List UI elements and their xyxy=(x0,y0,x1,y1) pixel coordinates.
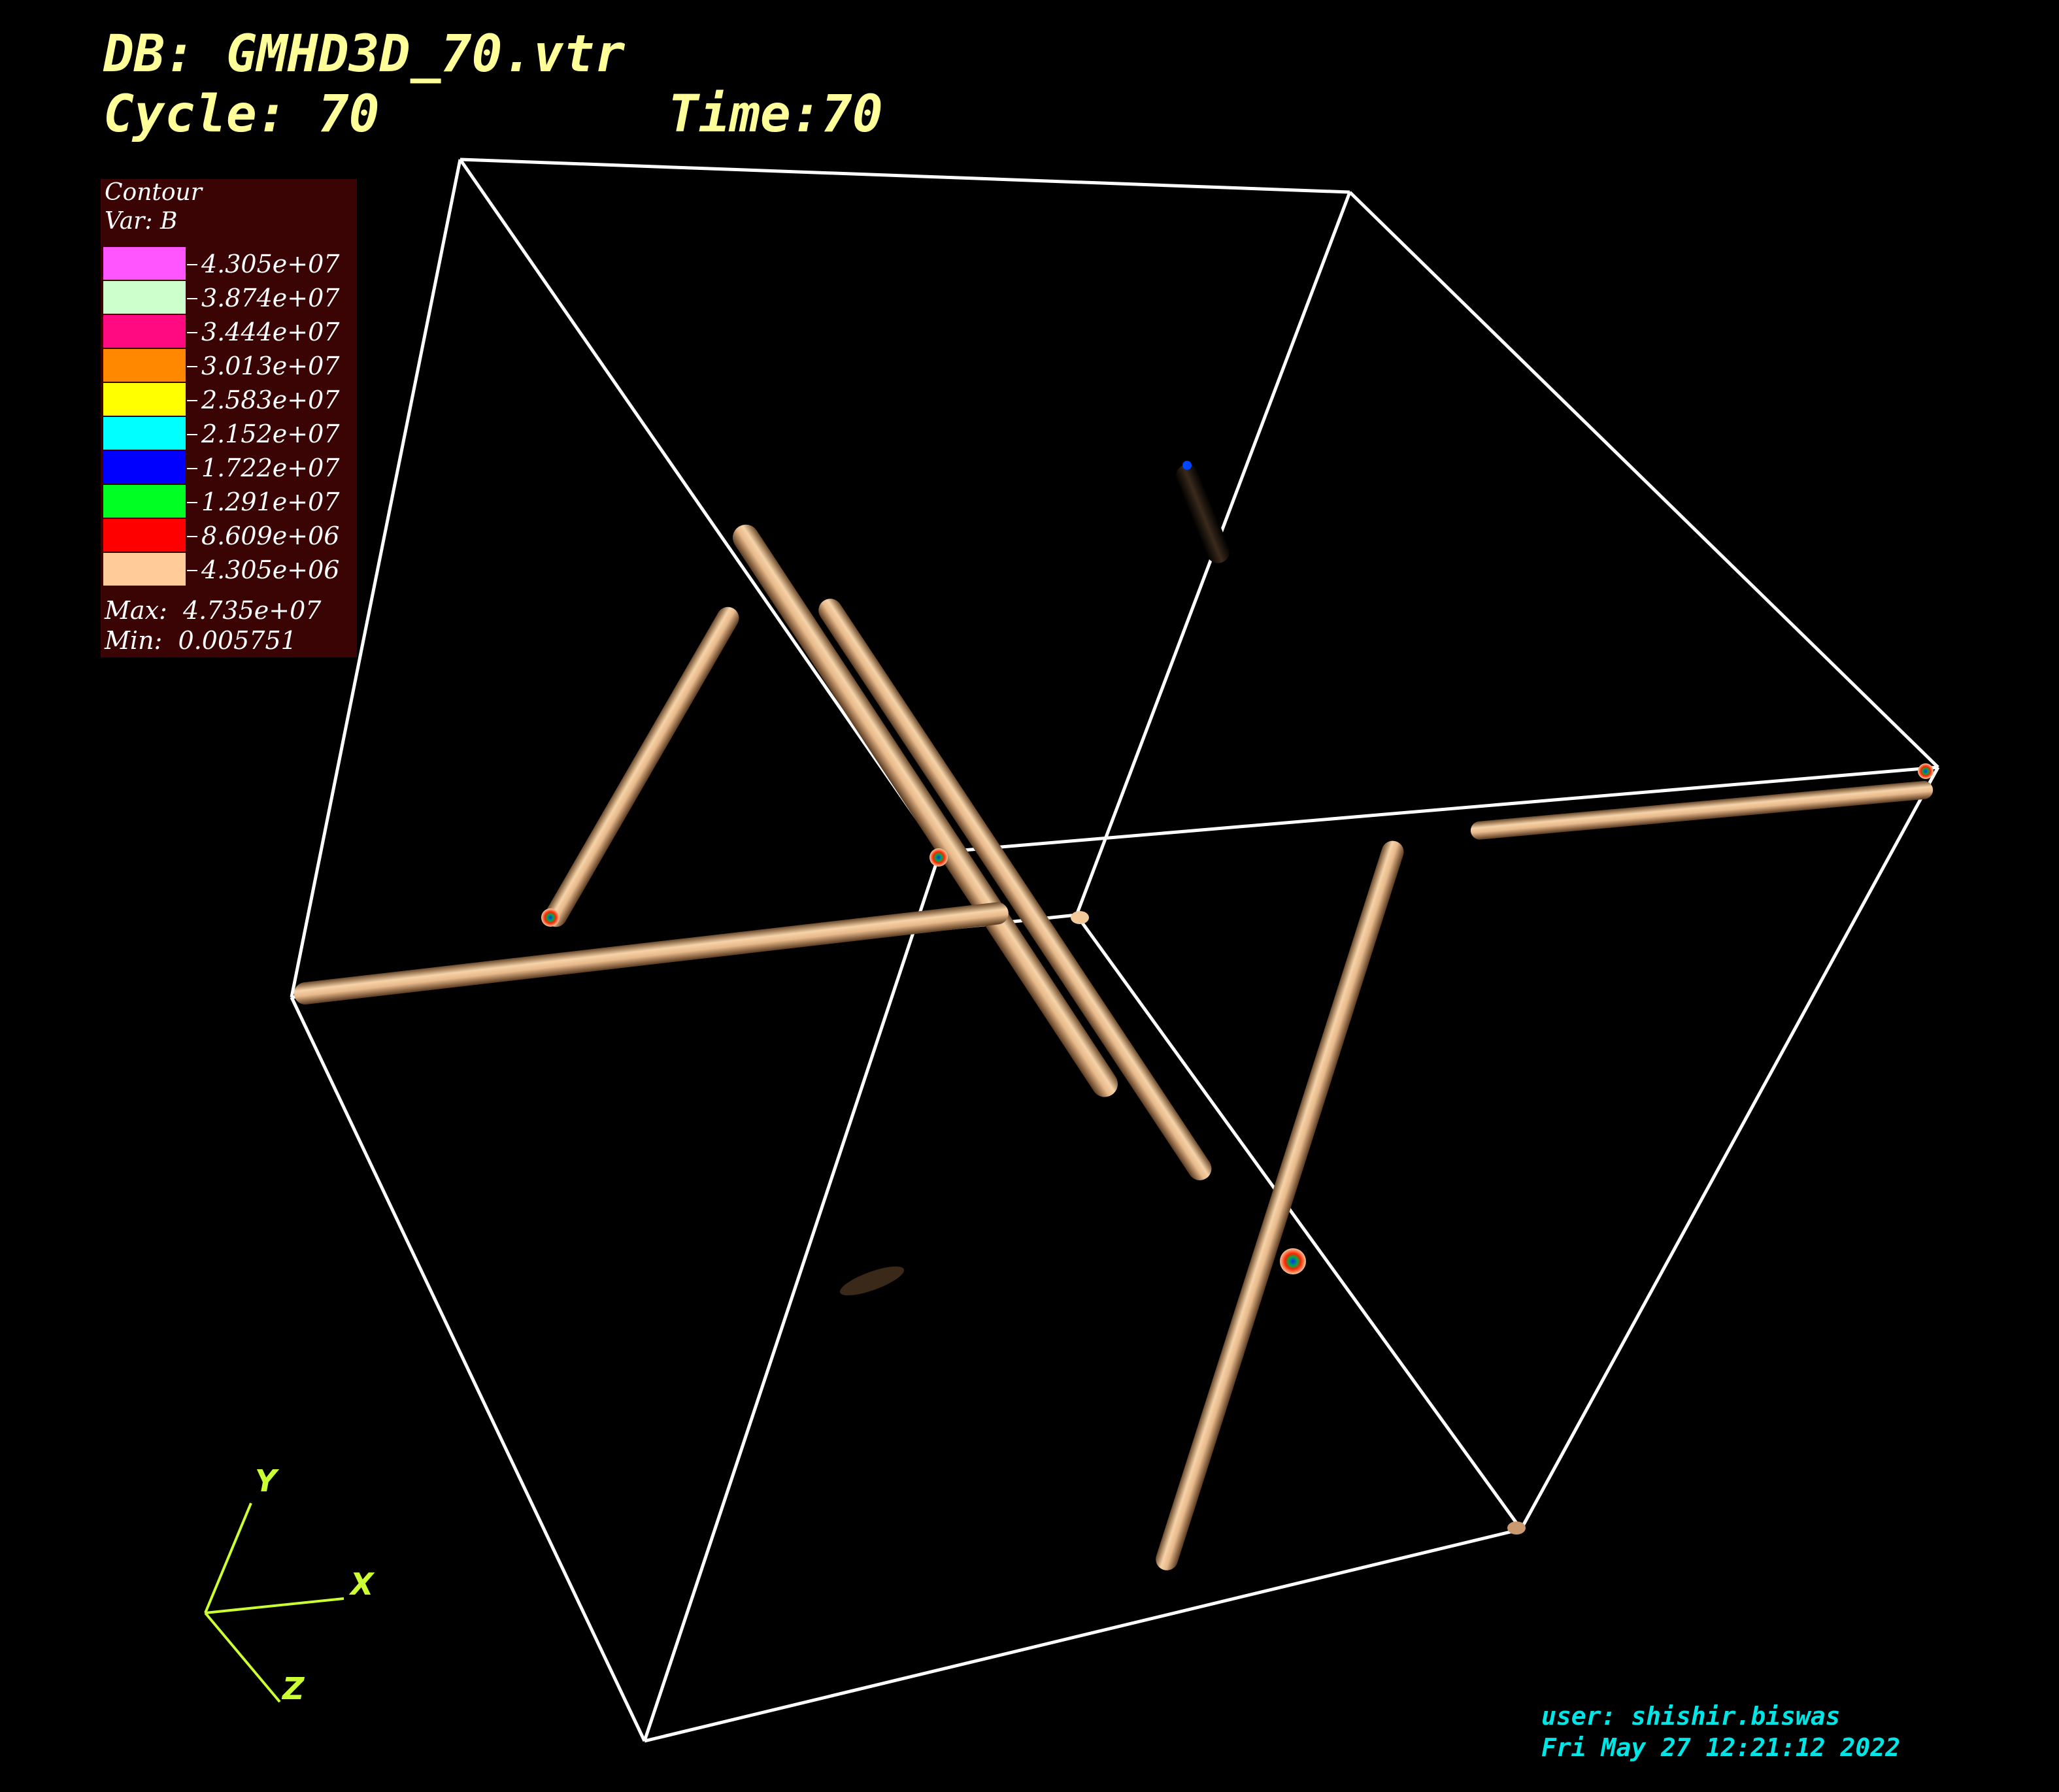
axis-label-x: X xyxy=(348,1567,375,1602)
legend-level-label: 3.874e+07 xyxy=(201,284,340,312)
contour-cap xyxy=(1071,911,1089,924)
legend-level-label: 3.013e+07 xyxy=(201,352,340,380)
legend-swatch xyxy=(103,451,186,484)
legend-swatch xyxy=(103,519,186,552)
legend-level: 3.874e+07 xyxy=(103,281,357,315)
axis-label-z: Z xyxy=(281,1671,305,1706)
legend-swatch xyxy=(103,281,186,314)
legend-swatch xyxy=(103,247,186,280)
legend-swatch xyxy=(103,417,186,450)
legend-level: 3.444e+07 xyxy=(103,315,357,349)
legend-level-label: 3.444e+07 xyxy=(201,318,340,346)
legend-level: 8.609e+06 xyxy=(103,519,357,553)
time-label: Time:70 xyxy=(668,85,883,144)
contour-cap xyxy=(1182,461,1192,470)
contour-tube xyxy=(293,902,1009,1005)
contour-cap xyxy=(929,848,948,867)
contour-blob xyxy=(839,1266,905,1296)
legend-level-label: 8.609e+06 xyxy=(201,522,340,550)
user-label: user: shishir.biswas xyxy=(1541,1702,1841,1731)
legend-level: 4.305e+07 xyxy=(103,247,357,281)
legend-level: 2.152e+07 xyxy=(103,417,357,451)
legend-level-label: 4.305e+06 xyxy=(201,556,340,584)
legend-level: 1.722e+07 xyxy=(103,451,357,485)
legend-level: 1.291e+07 xyxy=(103,485,357,519)
timestamp-label: Fri May 27 12:21:12 2022 xyxy=(1541,1733,1901,1762)
legend-level: 4.305e+06 xyxy=(103,553,357,587)
legend-swatch xyxy=(103,485,186,518)
legend-title: Contour xyxy=(105,179,202,206)
contour-tube xyxy=(1470,780,1933,840)
contour-tubes xyxy=(293,461,1933,1570)
legend-level-label: 1.722e+07 xyxy=(201,454,340,482)
axis-label-y: Y xyxy=(255,1463,280,1499)
legend-swatch xyxy=(103,553,186,586)
legend-variable: Var: B xyxy=(105,208,178,235)
bounding-box xyxy=(290,158,1940,1743)
contour-tube xyxy=(1156,840,1404,1570)
legend-swatch xyxy=(103,349,186,382)
contour-tube xyxy=(818,599,1212,1181)
legend-swatch xyxy=(103,383,186,416)
database-title: DB: GMHD3D_70.vtr xyxy=(103,25,626,84)
contour-cap xyxy=(1280,1248,1306,1274)
legend-level-label: 1.291e+07 xyxy=(201,488,340,516)
axis-triad xyxy=(204,1502,344,1703)
contour-tube xyxy=(732,524,1118,1097)
contour-cap xyxy=(541,908,560,927)
legend-max: Max: 4.735e+07 xyxy=(105,596,322,625)
legend-level-label: 2.583e+07 xyxy=(201,386,340,414)
contour-legend: Contour Var: B 4.305e+07 3.874e+07 3.444… xyxy=(101,179,357,657)
legend-level: 3.013e+07 xyxy=(103,349,357,383)
legend-level: 2.583e+07 xyxy=(103,383,357,417)
legend-min: Min: 0.005751 xyxy=(105,626,297,655)
contour-cap xyxy=(1918,763,1933,779)
contour-tube-dark xyxy=(1175,464,1230,563)
contour-cap xyxy=(1507,1521,1526,1535)
contour-tube xyxy=(544,606,739,927)
legend-level-label: 4.305e+07 xyxy=(201,250,340,278)
legend-swatch xyxy=(103,315,186,348)
legend-level-label: 2.152e+07 xyxy=(201,420,340,448)
cycle-label: Cycle: 70 xyxy=(103,85,380,144)
